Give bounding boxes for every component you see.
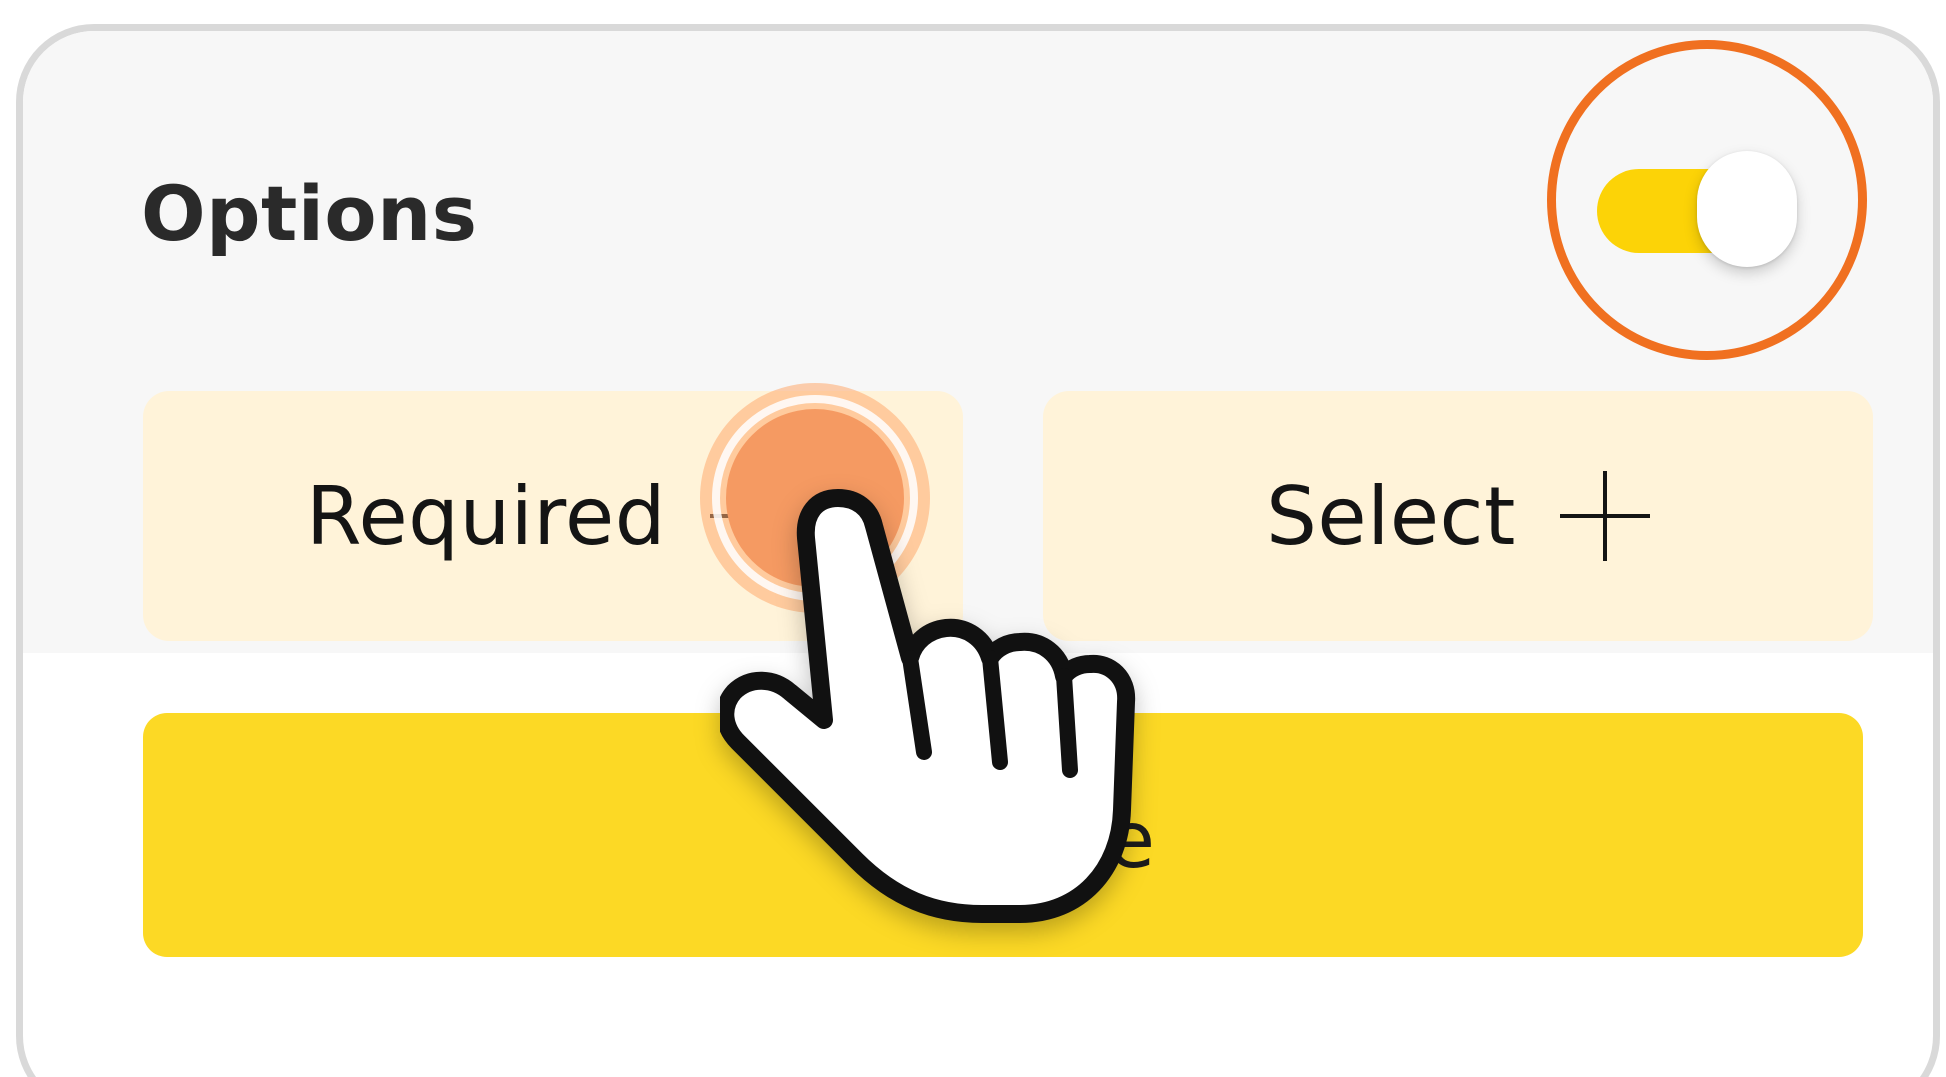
select-chip[interactable]: Select: [1043, 391, 1873, 641]
primary-button-label: e: [1107, 796, 1155, 886]
plus-icon: [710, 471, 801, 561]
required-chip-label: Required: [305, 469, 667, 563]
toggle-knob: [1697, 151, 1797, 267]
options-card: Options Required Select e: [16, 24, 1940, 1077]
plus-icon: [1559, 471, 1650, 561]
options-toggle[interactable]: [1597, 151, 1797, 267]
required-chip[interactable]: Required: [143, 391, 963, 641]
select-chip-label: Select: [1266, 469, 1516, 563]
primary-button[interactable]: e: [143, 713, 1863, 957]
screen: Options Required Select e: [0, 0, 1946, 1077]
options-title: Options: [141, 169, 478, 258]
